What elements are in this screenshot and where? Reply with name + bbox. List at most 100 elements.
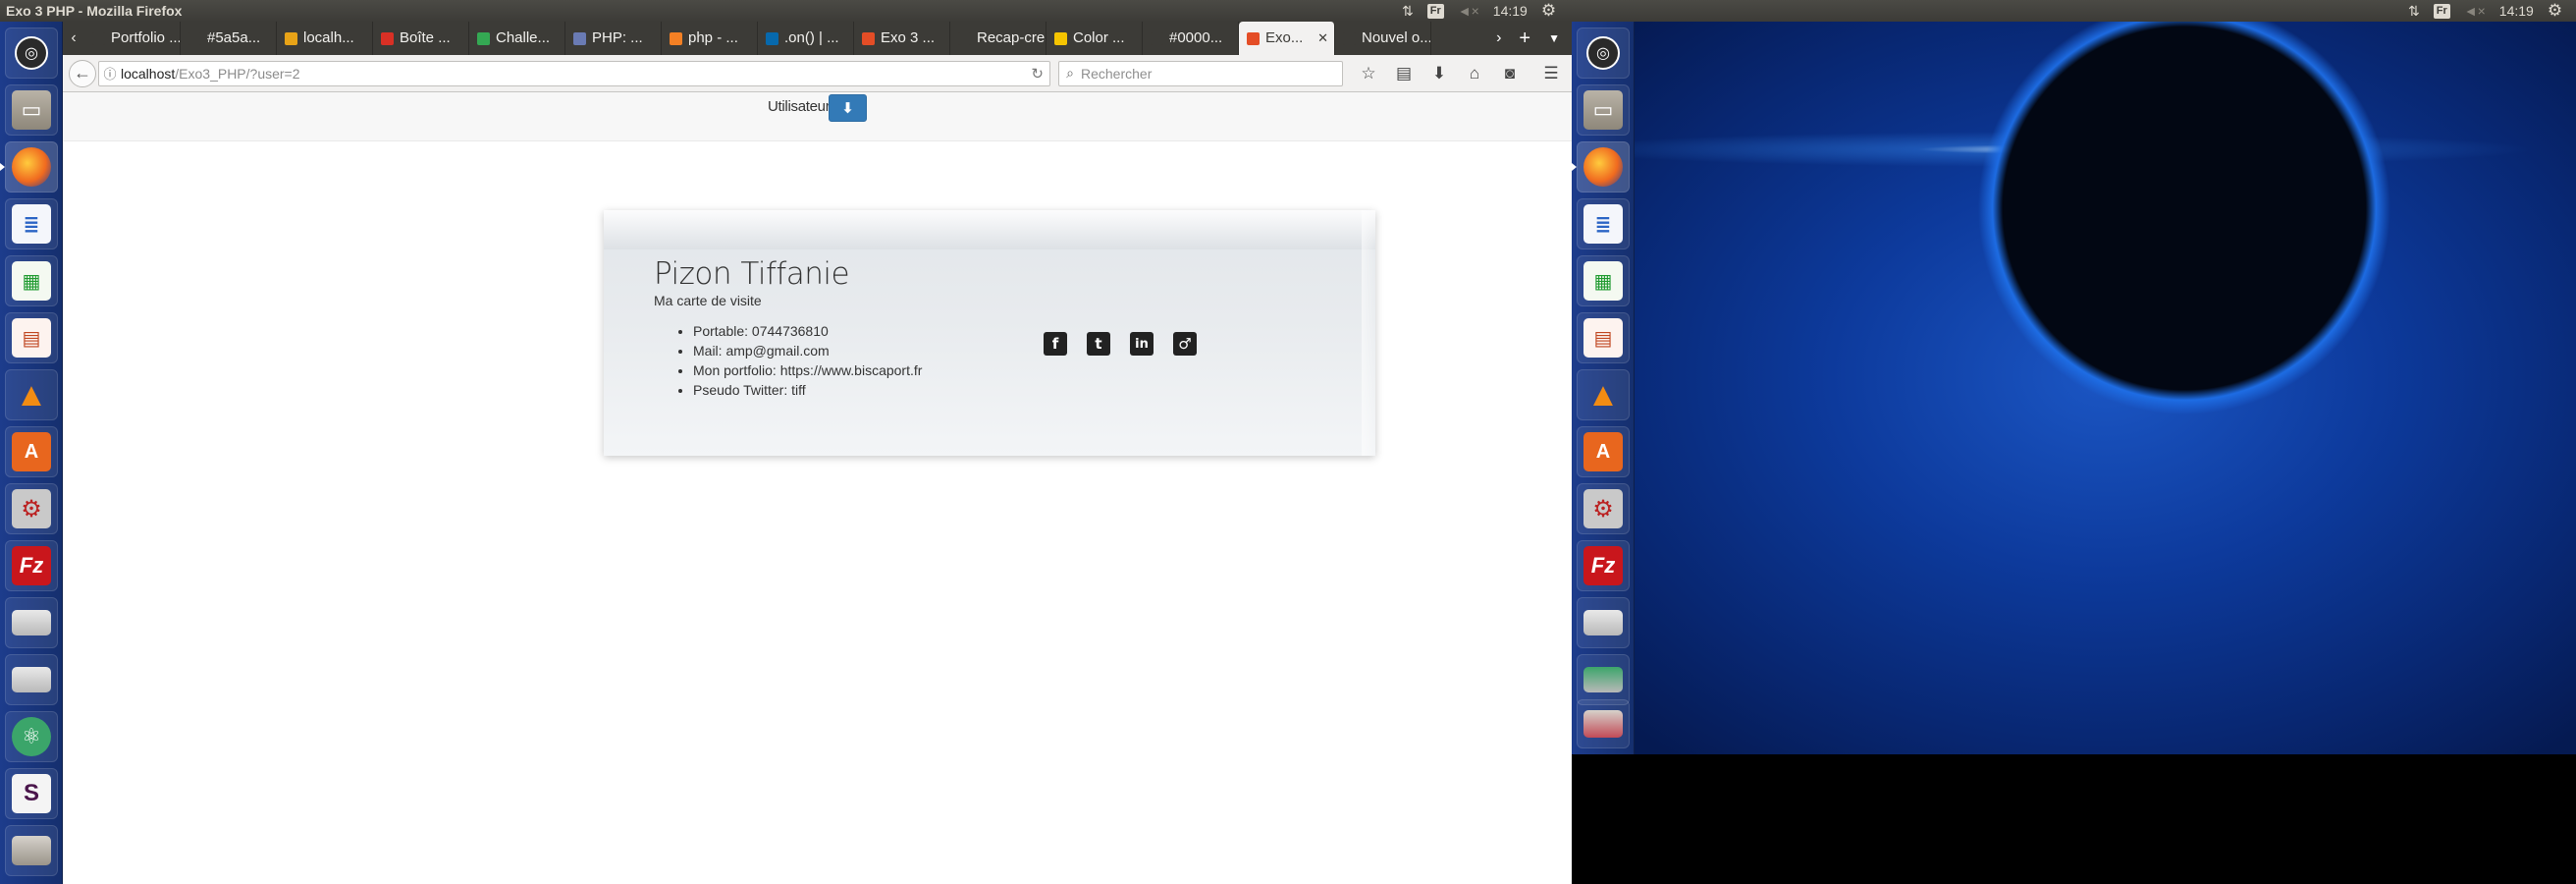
launcher-drive-1[interactable]: [1577, 597, 1630, 648]
network-icon[interactable]: ⇅: [1402, 0, 1414, 22]
facebook-icon[interactable]: f: [1044, 332, 1067, 356]
launcher-settings[interactable]: ⚙: [5, 483, 58, 534]
twitter-icon[interactable]: t: [1087, 332, 1110, 356]
writer-icon: ≣: [1583, 204, 1623, 244]
reload-icon[interactable]: ↻: [1031, 65, 1044, 83]
volume-muted-icon[interactable]: ◄×: [1458, 0, 1479, 22]
url-bar[interactable]: ⓘ localhost/Exo3_PHP/?user=2 ↻: [98, 60, 1050, 86]
tab-favicon-icon: [477, 31, 490, 45]
drive-icon: [12, 667, 51, 692]
launcher-files[interactable]: ▭: [1577, 84, 1630, 136]
bookmark-star-icon[interactable]: ☆: [1351, 64, 1386, 83]
session-gear-icon[interactable]: ⚙: [1541, 0, 1556, 22]
launcher-filezilla[interactable]: Fz: [5, 540, 58, 591]
launcher-dash[interactable]: ◎: [1577, 28, 1630, 79]
close-tab-icon[interactable]: ✕: [1317, 22, 1328, 55]
search-bar[interactable]: ⌕ Rechercher: [1058, 60, 1343, 86]
tab-favicon-icon: [958, 31, 971, 45]
clock[interactable]: 14:19: [1493, 0, 1528, 22]
pocket-icon[interactable]: ◙: [1492, 64, 1528, 83]
tab-strip: ‹ Portfolio ... #5a5a... localh... Boîte ..…: [63, 22, 1572, 55]
contact-twitter: Pseudo Twitter: tiff: [693, 380, 922, 400]
clock[interactable]: 14:19: [2499, 3, 2534, 19]
keyboard-layout-indicator[interactable]: Fr: [2433, 3, 2450, 19]
browser-tab[interactable]: Nouvel o...: [1335, 22, 1431, 55]
software-center-icon: A: [1583, 432, 1623, 471]
home-icon[interactable]: ⌂: [1457, 64, 1492, 83]
user-dropdown-button[interactable]: ⬇: [829, 94, 867, 122]
launcher-slack[interactable]: S: [5, 768, 58, 819]
tab-scroll-right-icon[interactable]: ›: [1496, 29, 1501, 47]
tabs-container: Portfolio ... #5a5a... localh... Boîte ... C…: [84, 22, 1431, 55]
tab-favicon-icon: [1151, 31, 1163, 45]
ubuntu-dash-icon: ◎: [15, 36, 48, 70]
launcher-trash[interactable]: [5, 825, 58, 876]
card-subtitle: Ma carte de visite: [654, 293, 762, 308]
system-settings-icon: ⚙: [1583, 489, 1623, 528]
browser-tab[interactable]: .on() | ...: [758, 22, 854, 55]
browser-tab[interactable]: Recap-crea: [950, 22, 1046, 55]
back-button[interactable]: ←: [69, 59, 96, 87]
gender-icon[interactable]: ♂: [1173, 332, 1197, 356]
browser-tab[interactable]: PHP: ...: [565, 22, 662, 55]
browser-tab[interactable]: #0000...: [1143, 22, 1239, 55]
calc-icon: ▦: [12, 261, 51, 301]
launcher-vlc[interactable]: ▲: [1577, 369, 1630, 420]
browser-tab[interactable]: Exo... ✕: [1239, 22, 1335, 55]
volume-muted-icon[interactable]: ◄×: [2464, 3, 2486, 19]
launcher-firefox[interactable]: [0, 141, 58, 193]
launcher-settings[interactable]: ⚙: [1577, 483, 1630, 534]
launcher-dash[interactable]: ◎: [5, 28, 58, 79]
launcher-trash[interactable]: [1577, 699, 1630, 748]
browser-tab[interactable]: Color ...: [1046, 22, 1143, 55]
browser-tab[interactable]: Portfolio ...: [84, 22, 181, 55]
launcher-software-center[interactable]: A: [1577, 426, 1630, 477]
linkedin-icon[interactable]: in: [1130, 332, 1154, 356]
launcher-atom[interactable]: ⚛: [5, 711, 58, 762]
launcher-impress[interactable]: ▤: [1577, 312, 1630, 363]
launcher-calc[interactable]: ▦: [5, 255, 58, 306]
bookmarks-library-icon[interactable]: ▤: [1386, 64, 1422, 83]
new-tab-button[interactable]: +: [1519, 28, 1530, 50]
launcher-writer[interactable]: ≣: [1577, 198, 1630, 249]
contact-mail: Mail: amp@gmail.com: [693, 341, 922, 360]
launcher-impress[interactable]: ▤: [5, 312, 58, 363]
window-title: Exo 3 PHP - Mozilla Firefox: [6, 3, 183, 19]
firefox-icon: [12, 147, 51, 187]
tab-label: .on() | ...: [784, 29, 839, 46]
browser-tab[interactable]: Boîte ...: [373, 22, 469, 55]
launcher-vlc[interactable]: ▲: [5, 369, 58, 420]
business-card: Pizon Tiffanie Ma carte de visite Portab…: [604, 210, 1375, 456]
launcher-drive-2[interactable]: [5, 654, 58, 705]
launcher-filezilla[interactable]: Fz: [1577, 540, 1630, 591]
launcher-firefox[interactable]: [1572, 141, 1630, 193]
session-gear-icon[interactable]: ⚙: [2548, 1, 2562, 21]
drive-icon: [12, 610, 51, 635]
hamburger-menu-icon[interactable]: ☰: [1533, 64, 1569, 83]
launcher-drive-1[interactable]: [5, 597, 58, 648]
right-monitor: ⇅ Fr ◄× 14:19 ⚙ ◎ ▭ ≣ ▦ ▤ ▲ A ⚙ Fz: [1572, 0, 2576, 884]
tab-label: Exo...: [1265, 29, 1304, 46]
network-icon[interactable]: ⇅: [2408, 3, 2420, 20]
browser-tab[interactable]: Challe...: [469, 22, 565, 55]
site-info-icon[interactable]: ⓘ: [99, 64, 121, 83]
browser-tab[interactable]: localh...: [277, 22, 373, 55]
downloads-icon[interactable]: ⬇: [1422, 64, 1457, 83]
navigation-toolbar: ← ⓘ localhost/Exo3_PHP/?user=2 ↻ ⌕ Reche…: [63, 55, 1572, 92]
launcher-calc[interactable]: ▦: [1577, 255, 1630, 306]
browser-tab[interactable]: #5a5a...: [181, 22, 277, 55]
launcher-drive-2[interactable]: [1577, 654, 1630, 705]
launcher-software-center[interactable]: A: [5, 426, 58, 477]
tab-list-dropdown-icon[interactable]: ▼: [1548, 31, 1560, 45]
browser-tab[interactable]: php - ...: [662, 22, 758, 55]
browser-tab[interactable]: Exo 3 ...: [854, 22, 950, 55]
top-panel-right: ⇅ Fr ◄× 14:19 ⚙: [1572, 0, 2576, 22]
filezilla-icon: Fz: [12, 546, 51, 585]
tab-favicon-icon: [285, 31, 297, 45]
tab-label: Nouvel o...: [1362, 29, 1431, 46]
launcher-writer[interactable]: ≣: [5, 198, 58, 249]
keyboard-layout-indicator[interactable]: Fr: [1426, 3, 1444, 19]
tab-favicon-icon: [92, 31, 105, 45]
tab-scroll-left-icon[interactable]: ‹: [63, 22, 84, 55]
launcher-files[interactable]: ▭: [5, 84, 58, 136]
